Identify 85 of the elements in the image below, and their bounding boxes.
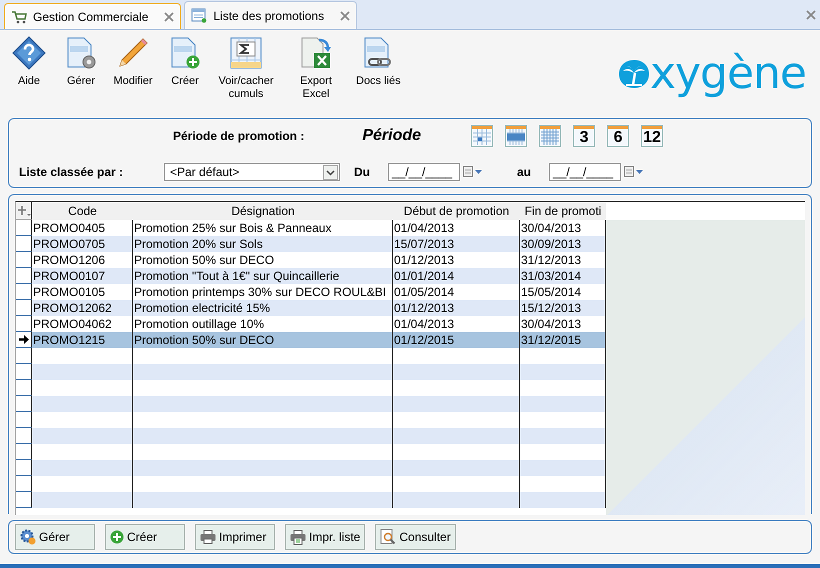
- calendar-day-icon: [473, 129, 492, 145]
- excel-export-icon: [299, 36, 333, 70]
- column-header[interactable]: Fin de promoti: [520, 202, 606, 220]
- row-header[interactable]: [16, 220, 32, 236]
- column-header[interactable]: Désignation: [133, 202, 393, 220]
- tab-label: Liste des promotions: [213, 8, 324, 22]
- calendar-month-icon: [541, 129, 560, 145]
- logo: xygène: [618, 52, 806, 96]
- action-button[interactable]: Consulter: [375, 524, 456, 550]
- tab-label: Gestion Commerciale: [33, 10, 148, 24]
- row-header[interactable]: [16, 268, 32, 284]
- column-header[interactable]: Code: [32, 202, 133, 220]
- row-header[interactable]: [16, 348, 32, 364]
- row-header[interactable]: [16, 332, 32, 348]
- pencil-icon: [116, 36, 150, 70]
- row-header[interactable]: [16, 444, 32, 460]
- row-header[interactable]: [16, 236, 32, 252]
- toolbar-button[interactable]: Voir/cacher cumuls: [212, 36, 280, 101]
- calendar-button[interactable]: [471, 125, 494, 147]
- toolbar-button[interactable]: Gérer: [56, 36, 106, 88]
- calendar-dropdown-icon[interactable]: [624, 166, 644, 178]
- calendar-button[interactable]: 3: [573, 125, 596, 147]
- plus-icon: [110, 530, 124, 544]
- toolbar-button[interactable]: Modifier: [108, 36, 158, 88]
- table-row[interactable]: PROMO0105 Promotion printemps 30% sur DECO ROUL&BI 01/05/2014 15/05/2014: [16, 284, 606, 300]
- row-header[interactable]: [16, 396, 32, 412]
- palm-tree-icon: [618, 59, 650, 89]
- calendar-button[interactable]: 6: [607, 125, 630, 147]
- row-header[interactable]: [16, 364, 32, 380]
- row-header[interactable]: [16, 428, 32, 444]
- period-title: Période: [362, 127, 422, 145]
- to-label: au: [517, 165, 532, 179]
- calendar-button[interactable]: [539, 125, 562, 147]
- printer-icon: [290, 530, 306, 544]
- list-icon: [191, 8, 208, 23]
- action-button[interactable]: Créer: [105, 524, 185, 550]
- help-icon: [12, 36, 46, 70]
- action-button[interactable]: Gérer: [15, 524, 95, 550]
- row-header[interactable]: [16, 252, 32, 268]
- action-button[interactable]: Imprimer: [195, 524, 275, 550]
- calendar-week-icon: [507, 129, 526, 145]
- calendar-button[interactable]: 12: [641, 125, 664, 147]
- toolbar-button[interactable]: Docs liés: [352, 36, 405, 88]
- row-header[interactable]: [16, 316, 32, 332]
- action-button[interactable]: Impr. liste: [285, 524, 366, 550]
- tab[interactable]: Liste des promotions: [184, 1, 358, 29]
- row-header[interactable]: [16, 380, 32, 396]
- table-row[interactable]: PROMO1215 Promotion 50% sur DECO 01/12/2015 31/12/2015: [16, 332, 606, 348]
- table-row[interactable]: PROMO0107 Promotion "Tout à 1€" sur Quincaillerie 01/01/2014 31/03/2014: [16, 268, 606, 284]
- period-label: Période de promotion :: [173, 129, 304, 143]
- sort-dropdown[interactable]: <Par défaut>: [164, 163, 340, 181]
- table-row[interactable]: PROMO0405 Promotion 25% sur Bois & Panneaux 01/04/2013 30/04/2013: [16, 220, 606, 236]
- row-header[interactable]: [16, 284, 32, 300]
- close-icon[interactable]: [340, 10, 350, 20]
- gear-icon: [20, 529, 36, 545]
- toolbar-button[interactable]: Export Excel: [282, 36, 350, 101]
- sigma-table-icon: [229, 36, 263, 70]
- from-label: Du: [354, 165, 370, 179]
- row-header[interactable]: [16, 412, 32, 428]
- tab[interactable]: Gestion Commerciale: [4, 3, 182, 29]
- table-row[interactable]: PROMO0705 Promotion 20% sur Sols 15/07/2013 30/09/2013: [16, 236, 606, 252]
- row-header[interactable]: [16, 492, 32, 508]
- close-icon[interactable]: [164, 12, 174, 22]
- row-header[interactable]: [16, 460, 32, 476]
- calendar-dropdown-icon[interactable]: [463, 166, 483, 178]
- current-row-arrow-icon: [18, 335, 28, 344]
- calendar-button[interactable]: [505, 125, 528, 147]
- row-header[interactable]: [16, 300, 32, 316]
- date-field[interactable]: __/__/____: [388, 163, 460, 181]
- toolbar-button[interactable]: Créer: [160, 36, 210, 88]
- document-gear-icon: [65, 36, 97, 70]
- table-row[interactable]: PROMO04062 Promotion outillage 10% 01/04/2013 30/04/2013: [16, 316, 606, 332]
- magnifier-document-icon: [380, 529, 396, 545]
- table-row[interactable]: PROMO1206 Promotion 50% sur DECO 01/12/2013 31/12/2013: [16, 252, 606, 268]
- printer-icon: [200, 530, 216, 544]
- cart-icon: [11, 10, 27, 24]
- column-header[interactable]: Début de promotion: [393, 202, 520, 220]
- close-icon[interactable]: [806, 10, 816, 20]
- sort-label: Liste classée par :: [19, 165, 124, 179]
- add-column-icon[interactable]: [16, 204, 30, 216]
- toolbar-button[interactable]: Aide: [4, 36, 54, 88]
- document-plus-icon: [169, 36, 201, 70]
- table-row[interactable]: PROMO12062 Promotion electricité 15% 01/12/2013 15/12/2013: [16, 300, 606, 316]
- date-field[interactable]: __/__/____: [549, 163, 622, 181]
- row-header[interactable]: [16, 476, 32, 492]
